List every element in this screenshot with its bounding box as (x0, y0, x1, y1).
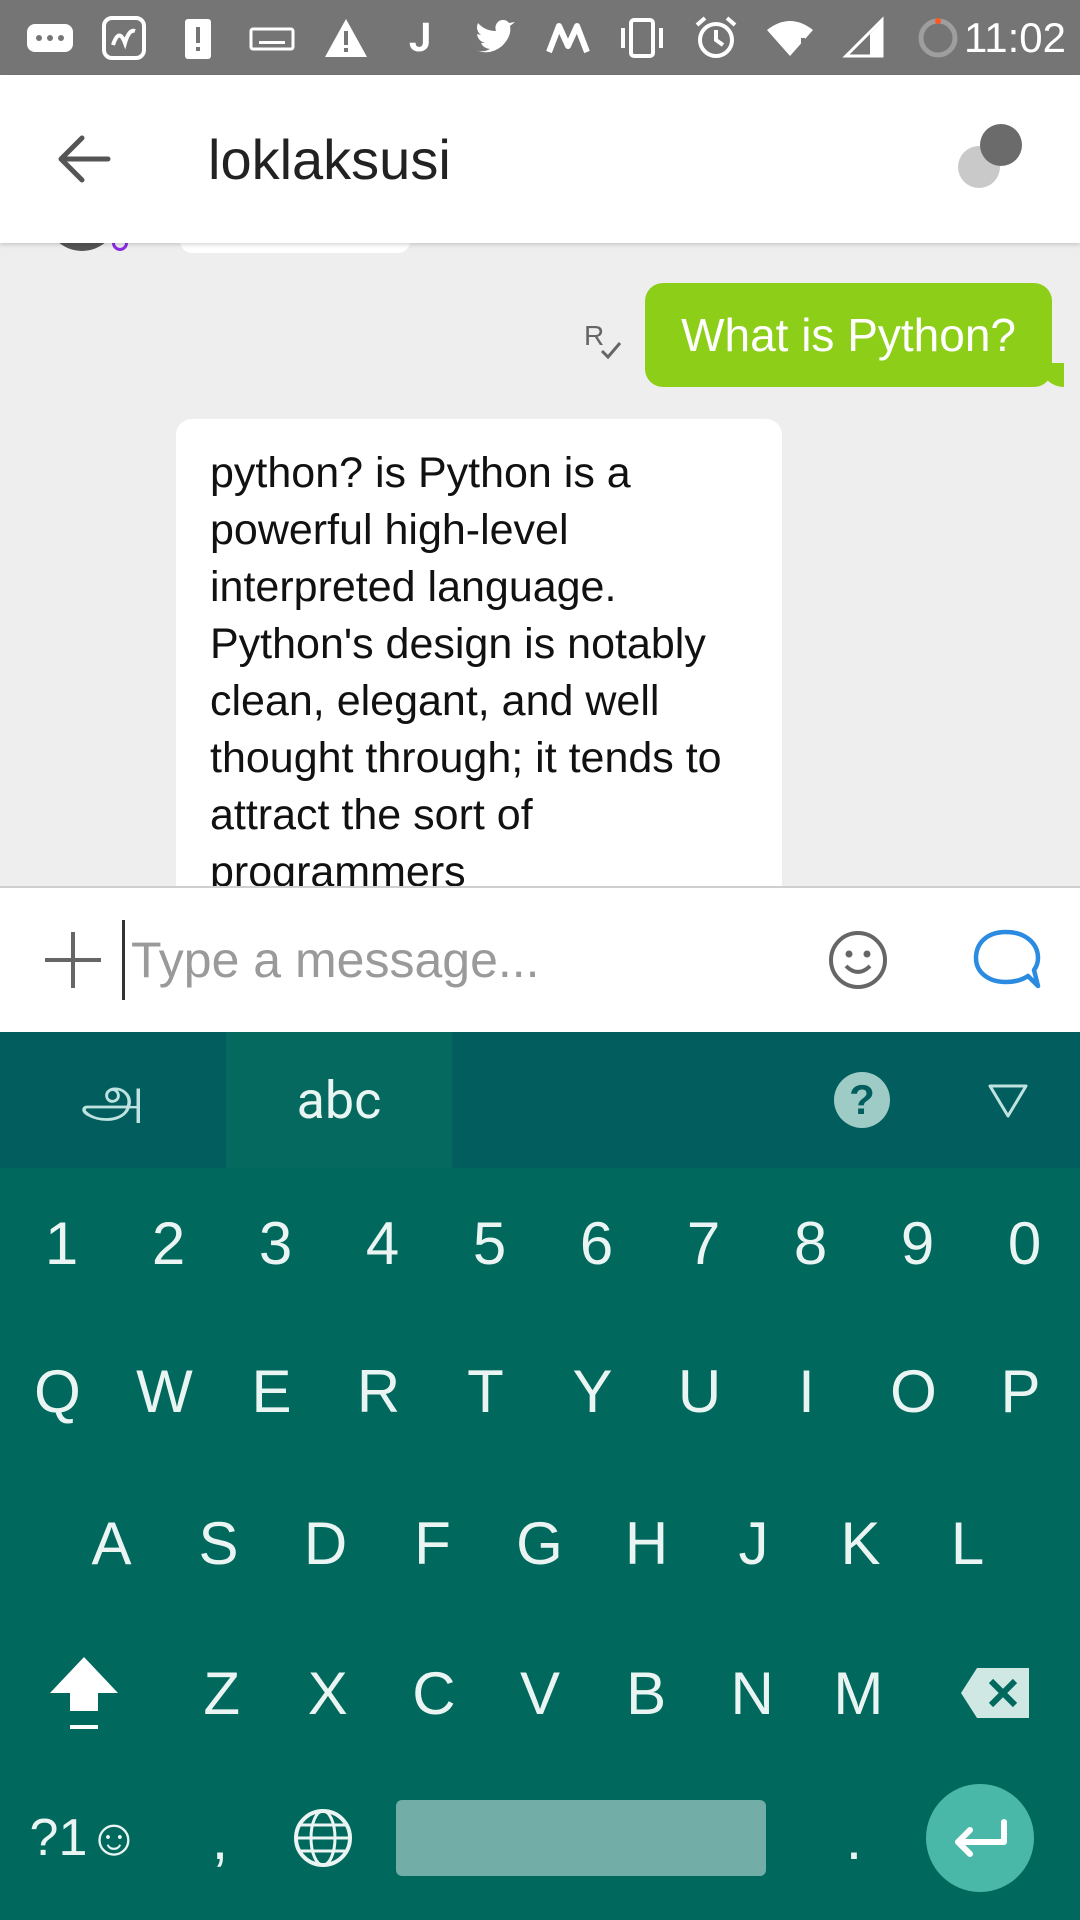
key-l[interactable]: L (914, 1468, 1021, 1618)
key-x[interactable]: X (275, 1618, 381, 1768)
previous-message-bubble (180, 243, 410, 253)
globe-icon (294, 1809, 352, 1867)
language-tamil-label: அ (80, 1062, 146, 1131)
key-z[interactable]: Z (169, 1618, 275, 1768)
app-bar: loklaksusi (0, 75, 1080, 243)
number-row: 1 2 3 4 5 6 7 8 9 0 (0, 1168, 1080, 1318)
backspace-icon (960, 1668, 1029, 1718)
outgoing-message-text: What is Python? (681, 309, 1016, 361)
key-m[interactable]: M (805, 1618, 911, 1768)
key-i[interactable]: I (753, 1316, 860, 1466)
shift-key[interactable] (0, 1618, 169, 1768)
emoji-icon[interactable] (826, 928, 890, 992)
key-k[interactable]: K (807, 1468, 914, 1618)
key-u[interactable]: U (646, 1316, 753, 1466)
alert-icon (172, 16, 224, 60)
key-w[interactable]: W (111, 1316, 218, 1466)
key-v[interactable]: V (487, 1618, 593, 1768)
key-9[interactable]: 9 (864, 1168, 971, 1318)
period-key[interactable]: . (786, 1763, 922, 1913)
shift-arrow-icon (50, 1657, 119, 1729)
key-j[interactable]: J (700, 1468, 807, 1618)
vibrate-icon (616, 16, 668, 60)
asdf-row: A S D F G H J K L (0, 1468, 1080, 1618)
key-d[interactable]: D (272, 1468, 379, 1618)
key-r[interactable]: R (325, 1316, 432, 1466)
status-bar: J 11:02 (0, 0, 1080, 75)
key-h[interactable]: H (593, 1468, 700, 1618)
back-arrow-icon[interactable] (54, 129, 114, 189)
key-t[interactable]: T (432, 1316, 539, 1466)
hide-keyboard-icon[interactable] (986, 1080, 1030, 1120)
message-input[interactable] (122, 920, 826, 1000)
key-c[interactable]: C (381, 1618, 487, 1768)
keyboard: 1 2 3 4 5 6 7 8 9 0 Q W E R T Y U I O P … (0, 1168, 1080, 1920)
keyboard-language-bar: அ abc ? (0, 1032, 1080, 1168)
key-0[interactable]: 0 (971, 1168, 1078, 1318)
alarm-icon (690, 15, 742, 60)
message-input-bar (0, 886, 1080, 1032)
battery-icon (912, 16, 964, 60)
wifi-icon (764, 16, 816, 60)
incoming-message-text: python? is Python is a powerful high-lev… (210, 449, 722, 886)
key-q[interactable]: Q (4, 1316, 111, 1466)
svg-text:R: R (584, 320, 604, 351)
key-7[interactable]: 7 (650, 1168, 757, 1318)
contact-icon-front-circle (980, 124, 1022, 166)
key-3[interactable]: 3 (222, 1168, 329, 1318)
help-icon[interactable]: ? (834, 1072, 890, 1128)
avatar-status-dot (112, 243, 128, 251)
keyboard-icon (246, 16, 298, 60)
warning-icon (320, 16, 372, 60)
twitter-icon (468, 16, 520, 60)
key-2[interactable]: 2 (115, 1168, 222, 1318)
contact-info-icon[interactable] (958, 124, 1028, 194)
space-bar[interactable] (396, 1800, 766, 1876)
delete-key[interactable] (911, 1618, 1080, 1768)
incoming-message-bubble[interactable]: python? is Python is a powerful high-lev… (176, 419, 782, 886)
signal-icon (838, 15, 890, 60)
key-5[interactable]: 5 (436, 1168, 543, 1318)
key-4[interactable]: 4 (329, 1168, 436, 1318)
key-8[interactable]: 8 (757, 1168, 864, 1318)
send-icon[interactable] (970, 926, 1042, 994)
comma-key[interactable]: , (170, 1763, 270, 1913)
language-tamil[interactable]: அ (0, 1032, 226, 1168)
enter-key[interactable] (926, 1784, 1034, 1892)
key-y[interactable]: Y (539, 1316, 646, 1466)
key-6[interactable]: 6 (543, 1168, 650, 1318)
symbols-key[interactable]: ?1☺ (0, 1763, 170, 1913)
key-o[interactable]: O (860, 1316, 967, 1466)
globe-key[interactable] (270, 1763, 376, 1913)
enter-arrow-icon (955, 1819, 1007, 1857)
app-icon (98, 15, 150, 60)
status-icons: J (0, 14, 964, 61)
bottom-row: ?1☺ , . (0, 1756, 1080, 1920)
chat-title: loklaksusi (208, 127, 451, 191)
key-n[interactable]: N (699, 1618, 805, 1768)
key-1[interactable]: 1 (8, 1168, 115, 1318)
read-receipt-icon: R (584, 319, 624, 363)
key-p[interactable]: P (967, 1316, 1074, 1466)
key-b[interactable]: B (593, 1618, 699, 1768)
status-time: 11:02 (964, 13, 1066, 61)
language-abc-label: abc (296, 1069, 382, 1131)
chat-area[interactable]: R What is Python? python? is Python is a… (0, 243, 1080, 886)
key-s[interactable]: S (165, 1468, 272, 1618)
outgoing-message-bubble[interactable]: What is Python? (645, 283, 1064, 387)
previous-avatar (46, 243, 118, 251)
language-abc[interactable]: abc (226, 1032, 452, 1168)
add-attachment-icon[interactable] (36, 923, 110, 997)
j-app-icon: J (408, 14, 432, 61)
key-f[interactable]: F (379, 1468, 486, 1618)
zxcv-row: Z X C V B N M (0, 1618, 1080, 1768)
key-e[interactable]: E (218, 1316, 325, 1466)
messages-icon (24, 16, 76, 60)
m-app-icon (542, 16, 594, 60)
key-g[interactable]: G (486, 1468, 593, 1618)
qwerty-row: Q W E R T Y U I O P (0, 1316, 1080, 1466)
key-a[interactable]: A (58, 1468, 165, 1618)
